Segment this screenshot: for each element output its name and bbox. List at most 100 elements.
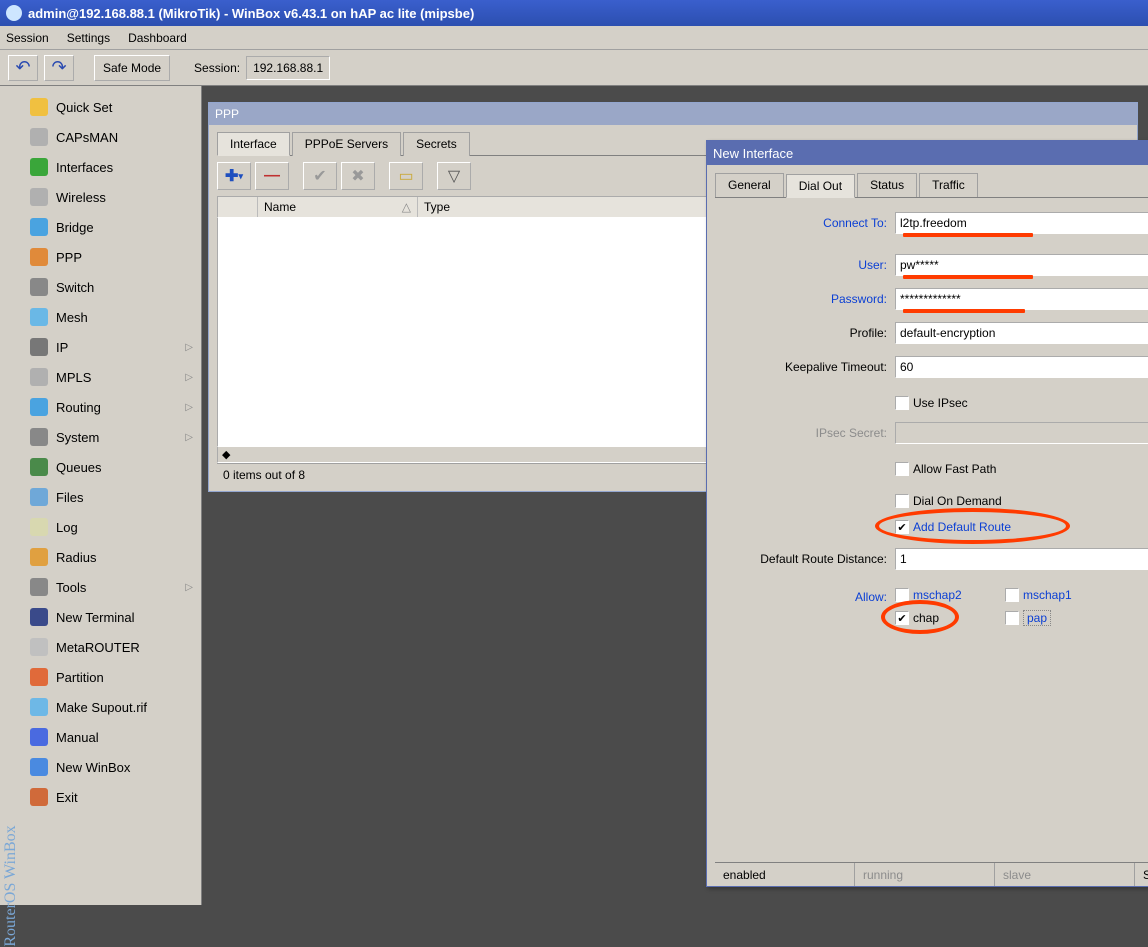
sidebar-icon: [30, 158, 48, 176]
input-profile[interactable]: [895, 322, 1148, 344]
input-connect-to[interactable]: [895, 212, 1148, 234]
sidebar-icon: [30, 548, 48, 566]
sidebar-label: Radius: [56, 550, 96, 565]
sidebar-label: Switch: [56, 280, 94, 295]
chevron-right-icon: ▷: [185, 432, 193, 443]
input-user[interactable]: [895, 254, 1148, 276]
checkbox-use-ipsec[interactable]: [895, 396, 909, 410]
sidebar: Quick Set CAPsMAN InterfacesWireless Bridge…: [22, 86, 202, 905]
sidebar-item-system[interactable]: System ▷: [22, 422, 201, 452]
sidebar-item-queues[interactable]: Queues: [22, 452, 201, 482]
input-password[interactable]: [895, 288, 1148, 310]
dlg-tab-dialout[interactable]: Dial Out: [786, 174, 855, 198]
sidebar-item-tools[interactable]: Tools ▷: [22, 572, 201, 602]
sidebar-item-quick-set[interactable]: Quick Set: [22, 92, 201, 122]
sidebar-label: Tools: [56, 580, 86, 595]
checkbox-dial-on-demand[interactable]: [895, 494, 909, 508]
sidebar-icon: [30, 278, 48, 296]
dlg-tab-traffic[interactable]: Traffic: [919, 173, 978, 197]
menu-settings[interactable]: Settings: [67, 31, 110, 45]
checkbox-add-default-route[interactable]: [895, 520, 909, 534]
sidebar-icon: [30, 188, 48, 206]
sidebar-label: Mesh: [56, 310, 88, 325]
ppp-tab-interface[interactable]: Interface: [217, 132, 290, 156]
status-enabled: enabled: [715, 863, 855, 886]
sidebar-icon: [30, 728, 48, 746]
undo-button[interactable]: ↶: [8, 55, 38, 81]
sidebar-item-mesh[interactable]: Mesh: [22, 302, 201, 332]
sidebar-item-ppp[interactable]: PPP: [22, 242, 201, 272]
sidebar-item-files[interactable]: Files: [22, 482, 201, 512]
label-use-ipsec: Use IPsec: [913, 396, 968, 410]
sidebar-label: CAPsMAN: [56, 130, 118, 145]
sidebar-item-wireless[interactable]: Wireless: [22, 182, 201, 212]
ppp-comment-button[interactable]: ▭: [389, 162, 423, 190]
input-default-route-distance[interactable]: [895, 548, 1148, 570]
ppp-remove-button[interactable]: —: [255, 162, 289, 190]
checkbox-mschap1[interactable]: [1005, 588, 1019, 602]
sidebar-icon: [30, 218, 48, 236]
sidebar-icon: [30, 98, 48, 116]
sidebar-label: Manual: [56, 730, 99, 745]
sidebar-label: IP: [56, 340, 68, 355]
sidebar-item-interfaces[interactable]: Interfaces: [22, 152, 201, 182]
checkbox-chap[interactable]: [895, 611, 909, 625]
checkbox-pap[interactable]: [1005, 611, 1019, 625]
label-mschap1: mschap1: [1023, 588, 1072, 602]
ppp-enable-button[interactable]: ✔: [303, 162, 337, 190]
sidebar-item-new-terminal[interactable]: New Terminal: [22, 602, 201, 632]
sidebar-label: Files: [56, 490, 83, 505]
label-allow-fast-path: Allow Fast Path: [913, 462, 996, 476]
status-label: Status:: [1135, 863, 1148, 886]
ppp-add-button[interactable]: ✚▾: [217, 162, 251, 190]
sidebar-label: System: [56, 430, 99, 445]
ppp-filter-button[interactable]: ▽: [437, 162, 471, 190]
sidebar-label: Queues: [56, 460, 102, 475]
sidebar-item-new-winbox[interactable]: New WinBox: [22, 752, 201, 782]
sidebar-label: Exit: [56, 790, 78, 805]
safe-mode-button[interactable]: Safe Mode: [94, 55, 170, 81]
ppp-disable-button[interactable]: ✖: [341, 162, 375, 190]
dlg-tab-status[interactable]: Status: [857, 173, 917, 197]
sidebar-item-bridge[interactable]: Bridge: [22, 212, 201, 242]
sidebar-item-make-supout-rif[interactable]: Make Supout.rif: [22, 692, 201, 722]
dlg-tab-general[interactable]: General: [715, 173, 784, 197]
checkbox-allow-fast-path[interactable]: [895, 462, 909, 476]
sidebar-icon: [30, 308, 48, 326]
ppp-tab-pppoe-servers[interactable]: PPPoE Servers: [292, 132, 401, 156]
sidebar-item-switch[interactable]: Switch: [22, 272, 201, 302]
sidebar-item-partition[interactable]: Partition: [22, 662, 201, 692]
menu-session[interactable]: Session: [6, 31, 49, 45]
sidebar-label: Bridge: [56, 220, 94, 235]
sidebar-item-capsman[interactable]: CAPsMAN: [22, 122, 201, 152]
sidebar-item-log[interactable]: Log: [22, 512, 201, 542]
menu-dashboard[interactable]: Dashboard: [128, 31, 187, 45]
brand-text: RouterOS WinBox: [2, 825, 20, 946]
sidebar-icon: [30, 608, 48, 626]
dialog-title-text: New Interface: [713, 146, 793, 161]
chevron-right-icon: ▷: [185, 582, 193, 593]
menubar: Session Settings Dashboard: [0, 26, 1148, 50]
ppp-tab-secrets[interactable]: Secrets: [403, 132, 470, 156]
sidebar-label: Partition: [56, 670, 104, 685]
checkbox-mschap2[interactable]: [895, 588, 909, 602]
chevron-right-icon: ▷: [185, 342, 193, 353]
dialog-titlebar[interactable]: New Interface ❐ ✕: [707, 141, 1148, 165]
sidebar-label: New WinBox: [56, 760, 130, 775]
redo-button[interactable]: ↷: [44, 55, 74, 81]
sidebar-item-mpls[interactable]: MPLS▷: [22, 362, 201, 392]
sidebar-item-radius[interactable]: Radius: [22, 542, 201, 572]
dialog-status-bar: enabled running slave Status:: [715, 862, 1148, 886]
ppp-col-name[interactable]: Name△: [258, 197, 418, 217]
sidebar-item-routing[interactable]: Routing▷: [22, 392, 201, 422]
sidebar-label: MetaROUTER: [56, 640, 140, 655]
dialout-form: Connect To: User: Password:: [715, 198, 1148, 862]
sidebar-icon: [30, 578, 48, 596]
input-keepalive[interactable]: [895, 356, 1148, 378]
sidebar-item-exit[interactable]: Exit: [22, 782, 201, 812]
new-interface-dialog: New Interface ❐ ✕ General Dial Out Statu…: [706, 140, 1148, 887]
sidebar-item-manual[interactable]: Manual: [22, 722, 201, 752]
label-connect-to: Connect To:: [715, 216, 895, 230]
sidebar-item-metarouter[interactable]: MetaROUTER: [22, 632, 201, 662]
sidebar-item-ip[interactable]: IP ▷: [22, 332, 201, 362]
